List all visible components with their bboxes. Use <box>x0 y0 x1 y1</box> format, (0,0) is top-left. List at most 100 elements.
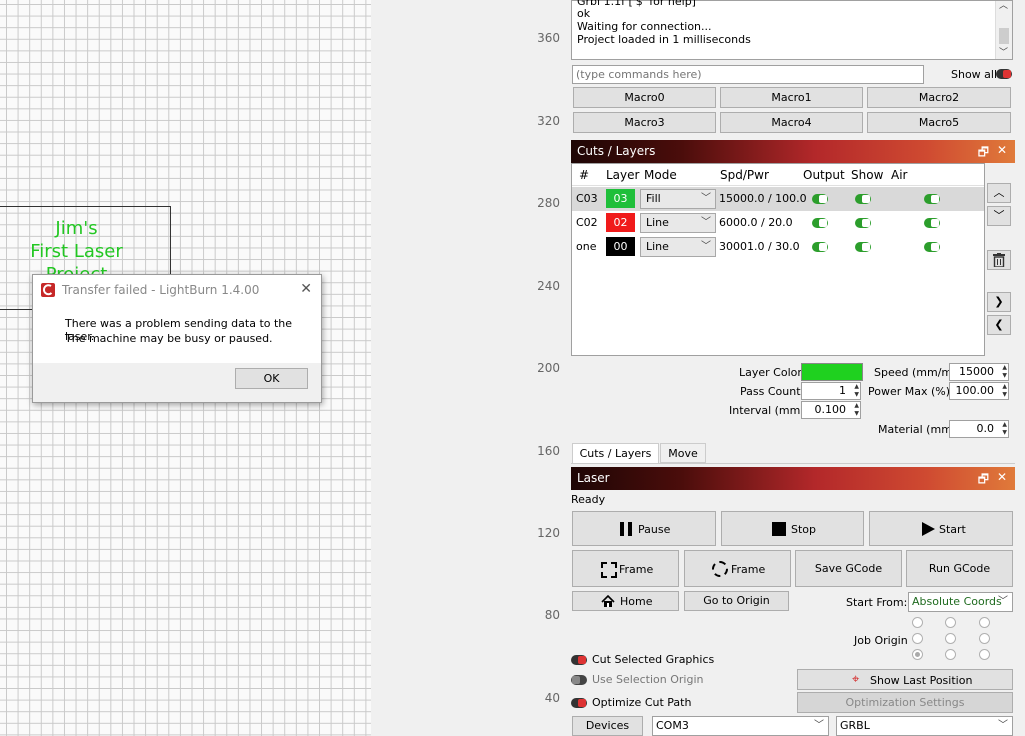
cut-selected-toggle[interactable] <box>571 655 587 665</box>
design-text-line-3[interactable]: Project <box>14 264 139 274</box>
macro-button[interactable]: Macro4 <box>720 112 863 133</box>
stop-button[interactable]: Stop <box>721 511 864 546</box>
mode-select[interactable]: Line ﹀ <box>640 213 716 233</box>
go-to-origin-button[interactable]: Go to Origin <box>684 591 789 611</box>
laser-status: Ready <box>571 493 606 506</box>
origin-radio-bl-selected[interactable] <box>912 649 923 660</box>
run-gcode-button[interactable]: Run GCode <box>906 550 1013 587</box>
move-layer-up-button[interactable]: ︿ <box>987 183 1011 203</box>
home-button[interactable]: Home <box>572 591 679 611</box>
origin-radio-bc[interactable] <box>945 649 956 660</box>
save-gcode-button[interactable]: Save GCode <box>795 550 902 587</box>
show-toggle[interactable] <box>855 194 871 204</box>
console-scrollbar[interactable]: ︿ ﹀ <box>995 1 1012 59</box>
origin-radio-tr[interactable] <box>979 617 990 628</box>
cut-selected-label: Cut Selected Graphics <box>592 653 715 666</box>
devices-button[interactable]: Devices <box>572 716 643 736</box>
layer-swatch[interactable]: 00 <box>606 237 635 256</box>
column-header: Spd/Pwr <box>720 168 769 182</box>
optimize-cut-path-toggle[interactable] <box>571 698 587 708</box>
interval-label: Interval (mm) <box>729 404 805 417</box>
tab-cuts-layers[interactable]: Cuts / Layers <box>572 443 659 463</box>
layer-swatch[interactable]: 02 <box>606 213 635 232</box>
layer-swatch[interactable]: 03 <box>606 189 635 208</box>
use-selection-origin-toggle[interactable] <box>571 675 587 685</box>
ruler-label: 360 <box>537 31 560 45</box>
start-from-label: Start From: <box>846 596 908 609</box>
cut-number: C03 <box>576 192 598 205</box>
show-toggle[interactable] <box>855 218 871 228</box>
console-output[interactable]: Grbl 1.1f ['$' for help] ok Waiting for … <box>571 0 1013 60</box>
mode-select[interactable]: Line ﹀ <box>640 237 716 257</box>
mode-select[interactable]: Fill ﹀ <box>640 189 716 209</box>
macro-button[interactable]: Macro2 <box>867 87 1011 108</box>
origin-radio-tl[interactable] <box>912 617 923 628</box>
port-select[interactable]: COM3 ﹀ <box>652 716 829 736</box>
pass-count-input[interactable]: 1 <box>801 382 861 400</box>
table-row[interactable]: C03 03 Fill ﹀ 15000.0 / 100.0 <box>572 187 984 211</box>
macro-button[interactable]: Macro1 <box>720 87 863 108</box>
design-text-line-2[interactable]: First Laser <box>14 241 139 263</box>
macro-button[interactable]: Macro5 <box>867 112 1011 133</box>
output-toggle[interactable] <box>812 242 828 252</box>
interval-input[interactable]: 0.100 <box>801 401 861 419</box>
macro-button[interactable]: Macro3 <box>573 112 716 133</box>
scrollbar-thumb[interactable] <box>999 28 1009 44</box>
origin-radio-mr[interactable] <box>979 633 990 644</box>
air-toggle[interactable] <box>924 242 940 252</box>
origin-radio-tc[interactable] <box>945 617 956 628</box>
scroll-down-icon[interactable]: ﹀ <box>999 45 1008 58</box>
output-toggle[interactable] <box>812 218 828 228</box>
scroll-up-icon[interactable]: ︿ <box>999 0 1008 11</box>
origin-radio-ml[interactable] <box>912 633 923 644</box>
expand-right-button[interactable]: ❯ <box>987 292 1011 312</box>
move-layer-down-button[interactable]: ﹀ <box>987 206 1011 226</box>
command-input[interactable] <box>572 65 924 84</box>
speed-label: Speed (mm/m) <box>874 366 957 379</box>
close-icon[interactable]: ✕ <box>997 143 1007 157</box>
show-all-toggle[interactable] <box>996 69 1012 79</box>
ruler-label: 40 <box>544 691 560 705</box>
show-last-position-button[interactable]: ⌖ Show Last Position <box>797 669 1013 690</box>
material-input[interactable]: 0.0 <box>949 420 1009 438</box>
air-toggle[interactable] <box>924 218 940 228</box>
use-selection-origin-label: Use Selection Origin <box>592 673 704 686</box>
column-header: Layer <box>606 168 640 182</box>
close-icon[interactable]: ✕ <box>997 470 1007 484</box>
frame-button[interactable]: Frame <box>572 550 679 587</box>
collapse-left-button[interactable]: ❮ <box>987 315 1011 335</box>
frame-circle-button[interactable]: Frame <box>684 550 791 587</box>
controller-select[interactable]: GRBL ﹀ <box>836 716 1013 736</box>
pause-button[interactable]: Pause <box>572 511 716 546</box>
restore-icon[interactable]: 🗗 <box>978 470 989 491</box>
table-row[interactable]: one 00 Line ﹀ 30001.0 / 30.0 <box>572 235 984 259</box>
power-max-input[interactable]: 100.00 <box>949 382 1009 400</box>
frame-circle-icon <box>712 561 728 577</box>
speed-input[interactable]: 15000 <box>949 363 1009 381</box>
start-button[interactable]: Start <box>869 511 1013 546</box>
dialog-body: There was a problem sending data to the … <box>33 305 321 363</box>
optimization-settings-button[interactable]: Optimization Settings <box>797 692 1013 713</box>
layer-color-swatch[interactable] <box>801 363 863 381</box>
stop-icon <box>772 522 786 536</box>
delete-layer-button[interactable] <box>987 250 1011 270</box>
cuts-layers-table[interactable]: # Layer Mode Spd/Pwr Output Show Air C03… <box>571 163 985 356</box>
chevron-down-icon: ﹀ <box>814 720 824 731</box>
chevron-down-icon: ﹀ <box>701 241 711 252</box>
column-header: Output <box>803 168 845 182</box>
start-from-select[interactable]: Absolute Coords ﹀ <box>908 592 1013 612</box>
design-text-line-1[interactable]: Jim's <box>14 218 139 240</box>
ruler-label: 200 <box>537 361 560 375</box>
ok-button[interactable]: OK <box>235 368 308 389</box>
origin-radio-mc[interactable] <box>945 633 956 644</box>
macro-button[interactable]: Macro0 <box>573 87 716 108</box>
restore-icon[interactable]: 🗗 <box>978 143 989 164</box>
dialog-titlebar: Transfer failed - LightBurn 1.4.00 ✕ <box>33 275 321 305</box>
origin-radio-br[interactable] <box>979 649 990 660</box>
table-row[interactable]: C02 02 Line ﹀ 6000.0 / 20.0 <box>572 211 984 235</box>
close-icon[interactable]: ✕ <box>300 281 312 297</box>
show-toggle[interactable] <box>855 242 871 252</box>
output-toggle[interactable] <box>812 194 828 204</box>
air-toggle[interactable] <box>924 194 940 204</box>
tab-move[interactable]: Move <box>660 443 706 463</box>
